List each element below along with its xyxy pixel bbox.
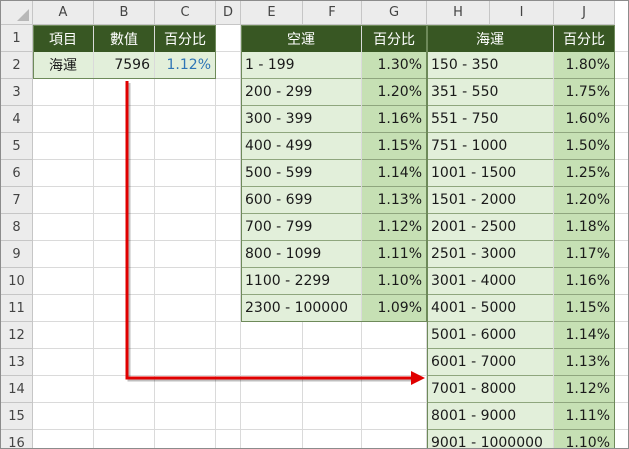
sea-range-cell[interactable]: 551 - 750 [427, 106, 553, 133]
air-header-range[interactable]: 空運 [241, 25, 361, 52]
sea-range-cell[interactable]: 2501 - 3000 [427, 241, 553, 268]
air-range-cell[interactable]: 700 - 799 [241, 214, 361, 241]
air-rate-cell[interactable]: 1.14% [362, 160, 426, 187]
air-range-cell[interactable]: 1100 - 2299 [241, 268, 361, 295]
lookup-percent-cell[interactable]: 1.12% [155, 52, 215, 79]
row-header-11[interactable]: 11 [1, 295, 33, 322]
row-header-14[interactable]: 14 [1, 376, 33, 403]
sea-range-cell[interactable]: 751 - 1000 [427, 133, 553, 160]
lookup-header-percent[interactable]: 百分比 [155, 25, 215, 52]
lookup-header-value[interactable]: 數值 [94, 25, 154, 52]
air-range-cell[interactable]: 300 - 399 [241, 106, 361, 133]
air-range-cell[interactable]: 2300 - 100000 [241, 295, 361, 322]
column-header-c[interactable]: C [155, 1, 216, 25]
row-header-2[interactable]: 2 [1, 52, 33, 79]
row-header-12[interactable]: 12 [1, 322, 33, 349]
air-range-cell[interactable]: 600 - 699 [241, 187, 361, 214]
air-range-cell[interactable]: 200 - 299 [241, 79, 361, 106]
gridline [215, 25, 216, 448]
sea-rate-cell[interactable]: 1.10% [554, 430, 614, 448]
sea-rate-cell[interactable]: 1.11% [554, 403, 614, 430]
sea-range-cell[interactable]: 4001 - 5000 [427, 295, 553, 322]
air-rate-cell[interactable]: 1.15% [362, 133, 426, 160]
air-header-rate[interactable]: 百分比 [362, 25, 426, 52]
sea-rate-cell[interactable]: 1.60% [554, 106, 614, 133]
row-header-1[interactable]: 1 [1, 25, 33, 52]
sea-range-cell[interactable]: 1501 - 2000 [427, 187, 553, 214]
sea-range-cell[interactable]: 9001 - 1000000 [427, 430, 553, 448]
air-rate-cell[interactable]: 1.12% [362, 214, 426, 241]
select-all-triangle-icon [17, 9, 29, 21]
sea-range-cell[interactable]: 2001 - 2500 [427, 214, 553, 241]
row-header-6[interactable]: 6 [1, 160, 33, 187]
sea-rate-cell[interactable]: 1.18% [554, 214, 614, 241]
column-header-a[interactable]: A [33, 1, 94, 25]
row-header-16[interactable]: 16 [1, 430, 33, 448]
sea-rate-cell[interactable]: 1.75% [554, 79, 614, 106]
air-range-cell[interactable]: 800 - 1099 [241, 241, 361, 268]
column-header-f[interactable]: F [303, 1, 362, 25]
row-header-8[interactable]: 8 [1, 214, 33, 241]
air-rate-cell[interactable]: 1.09% [362, 295, 426, 322]
sea-rate-cell[interactable]: 1.15% [554, 295, 614, 322]
sea-range-cell[interactable]: 3001 - 4000 [427, 268, 553, 295]
gridline [154, 25, 155, 448]
row-header-10[interactable]: 10 [1, 268, 33, 295]
sea-range-cell[interactable]: 7001 - 8000 [427, 376, 553, 403]
column-header-h[interactable]: H [427, 1, 490, 25]
row-header-4[interactable]: 4 [1, 106, 33, 133]
column-header-d[interactable]: D [216, 1, 241, 25]
sea-range-cell[interactable]: 1001 - 1500 [427, 160, 553, 187]
air-rate-cell[interactable]: 1.16% [362, 106, 426, 133]
sea-rate-cell[interactable]: 1.14% [554, 322, 614, 349]
sea-rate-cell[interactable]: 1.25% [554, 160, 614, 187]
sea-rate-cell[interactable]: 1.20% [554, 187, 614, 214]
air-range-cell[interactable]: 400 - 499 [241, 133, 361, 160]
air-range-cell[interactable]: 500 - 599 [241, 160, 361, 187]
air-rate-cell[interactable]: 1.20% [362, 79, 426, 106]
lookup-value-cell[interactable]: 7596 [94, 52, 154, 79]
air-rate-cell[interactable]: 1.30% [362, 52, 426, 79]
row-header-5[interactable]: 5 [1, 133, 33, 160]
sea-range-cell[interactable]: 150 - 350 [427, 52, 553, 79]
row-header-9[interactable]: 9 [1, 241, 33, 268]
row-header-7[interactable]: 7 [1, 187, 33, 214]
air-rate-cell[interactable]: 1.10% [362, 268, 426, 295]
column-header-j[interactable]: J [554, 1, 615, 25]
sea-header-range[interactable]: 海運 [427, 25, 553, 52]
column-header-g[interactable]: G [362, 1, 427, 25]
sea-range-cell[interactable]: 5001 - 6000 [427, 322, 553, 349]
sea-rate-cell[interactable]: 1.13% [554, 349, 614, 376]
column-header-e[interactable]: E [241, 1, 303, 25]
spreadsheet-grid: A B C D E F G H I J 1 2 3 4 5 6 7 8 9 10 11 12 13 14 15 16 項目 數值 百分比… [0, 0, 629, 449]
gridline [614, 25, 615, 448]
column-header-b[interactable]: B [94, 1, 155, 25]
air-range-cell[interactable]: 1 - 199 [241, 52, 361, 79]
sea-header-rate[interactable]: 百分比 [554, 25, 614, 52]
row-header-13[interactable]: 13 [1, 349, 33, 376]
air-rate-cell[interactable]: 1.13% [362, 187, 426, 214]
sea-range-cell[interactable]: 6001 - 7000 [427, 349, 553, 376]
sea-rate-cell[interactable]: 1.17% [554, 241, 614, 268]
row-header-15[interactable]: 15 [1, 403, 33, 430]
sea-range-cell[interactable]: 8001 - 9000 [427, 403, 553, 430]
lookup-item-cell[interactable]: 海運 [33, 52, 93, 79]
row-header-3[interactable]: 3 [1, 79, 33, 106]
select-all-corner[interactable] [1, 1, 33, 25]
sea-rate-cell[interactable]: 1.80% [554, 52, 614, 79]
arrow-head [411, 371, 425, 385]
gridline [93, 25, 94, 448]
sea-rate-cell[interactable]: 1.16% [554, 268, 614, 295]
sea-range-cell[interactable]: 351 - 550 [427, 79, 553, 106]
air-rate-cell[interactable]: 1.11% [362, 241, 426, 268]
column-header-i[interactable]: I [490, 1, 554, 25]
sea-rate-cell[interactable]: 1.12% [554, 376, 614, 403]
lookup-header-item[interactable]: 項目 [33, 25, 93, 52]
sea-rate-cell[interactable]: 1.50% [554, 133, 614, 160]
